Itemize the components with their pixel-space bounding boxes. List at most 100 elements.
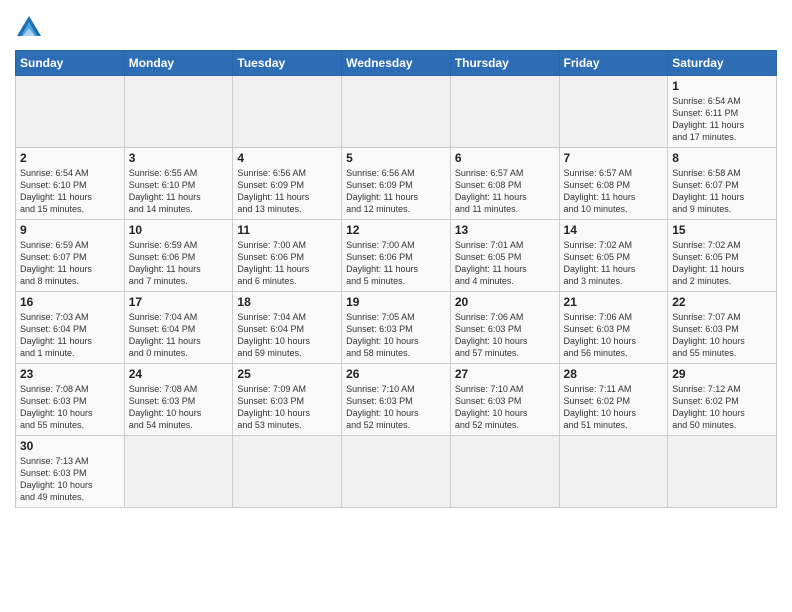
- day-info: Sunrise: 7:09 AM Sunset: 6:03 PM Dayligh…: [237, 383, 337, 432]
- day-number: 30: [20, 439, 120, 453]
- calendar-cell: [233, 436, 342, 508]
- calendar-cell: [450, 76, 559, 148]
- calendar-cell: 11Sunrise: 7:00 AM Sunset: 6:06 PM Dayli…: [233, 220, 342, 292]
- calendar-cell: 7 Sunrise: 6:57 AM Sunset: 6:08 PM Daylig…: [559, 148, 668, 220]
- day-number: 19: [346, 295, 446, 309]
- calendar-cell: 10 Sunrise: 6:59 AM Sunset: 6:06 PM Dayli…: [124, 220, 233, 292]
- calendar-cell: 14 Sunrise: 7:02 AM Sunset: 6:05 PM Dayli…: [559, 220, 668, 292]
- day-info: Sunrise: 7:04 AM Sunset: 6:04 PM Dayligh…: [237, 311, 337, 360]
- day-number: 23: [20, 367, 120, 381]
- calendar-cell: 1 Sunrise: 6:54 AM Sunset: 6:11 PM Daylig…: [668, 76, 777, 148]
- header-friday: Friday: [559, 51, 668, 76]
- calendar-cell: 18 Sunrise: 7:04 AM Sunset: 6:04 PM Dayli…: [233, 292, 342, 364]
- header-tuesday: Tuesday: [233, 51, 342, 76]
- calendar-cell: 27Sunrise: 7:10 AM Sunset: 6:03 PM Dayli…: [450, 364, 559, 436]
- calendar-cell: 20 Sunrise: 7:06 AM Sunset: 6:03 PM Dayli…: [450, 292, 559, 364]
- calendar-cell: 17 Sunrise: 7:04 AM Sunset: 6:04 PM Dayli…: [124, 292, 233, 364]
- header-monday: Monday: [124, 51, 233, 76]
- day-number: 1: [672, 79, 772, 93]
- calendar-cell: 3Sunrise: 6:55 AM Sunset: 6:10 PM Daylig…: [124, 148, 233, 220]
- calendar-cell: [342, 76, 451, 148]
- day-info: Sunrise: 6:54 AM Sunset: 6:10 PM Dayligh…: [20, 167, 120, 216]
- calendar-cell: [450, 436, 559, 508]
- day-info: Sunrise: 7:00 AM Sunset: 6:06 PM Dayligh…: [346, 239, 446, 288]
- day-number: 25: [237, 367, 337, 381]
- day-number: 24: [129, 367, 229, 381]
- header: [15, 10, 777, 42]
- day-info: Sunrise: 7:00 AM Sunset: 6:06 PM Dayligh…: [237, 239, 337, 288]
- day-info: Sunrise: 6:57 AM Sunset: 6:08 PM Dayligh…: [455, 167, 555, 216]
- calendar-cell: 2 Sunrise: 6:54 AM Sunset: 6:10 PM Daylig…: [16, 148, 125, 220]
- logo: [15, 14, 47, 42]
- day-info: Sunrise: 7:08 AM Sunset: 6:03 PM Dayligh…: [129, 383, 229, 432]
- logo-icon: [15, 14, 43, 42]
- day-info: Sunrise: 6:56 AM Sunset: 6:09 PM Dayligh…: [237, 167, 337, 216]
- day-number: 13: [455, 223, 555, 237]
- calendar-cell: 21 Sunrise: 7:06 AM Sunset: 6:03 PM Dayli…: [559, 292, 668, 364]
- day-info: Sunrise: 7:07 AM Sunset: 6:03 PM Dayligh…: [672, 311, 772, 360]
- day-info: Sunrise: 7:01 AM Sunset: 6:05 PM Dayligh…: [455, 239, 555, 288]
- day-info: Sunrise: 7:10 AM Sunset: 6:03 PM Dayligh…: [346, 383, 446, 432]
- day-info: Sunrise: 7:06 AM Sunset: 6:03 PM Dayligh…: [455, 311, 555, 360]
- day-number: 26: [346, 367, 446, 381]
- day-number: 17: [129, 295, 229, 309]
- calendar-cell: 25 Sunrise: 7:09 AM Sunset: 6:03 PM Dayli…: [233, 364, 342, 436]
- calendar-cell: [233, 76, 342, 148]
- day-number: 21: [564, 295, 664, 309]
- calendar-cell: 24 Sunrise: 7:08 AM Sunset: 6:03 PM Dayli…: [124, 364, 233, 436]
- calendar-cell: [559, 436, 668, 508]
- day-info: Sunrise: 7:12 AM Sunset: 6:02 PM Dayligh…: [672, 383, 772, 432]
- day-info: Sunrise: 7:13 AM Sunset: 6:03 PM Dayligh…: [20, 455, 120, 504]
- calendar-cell: [342, 436, 451, 508]
- calendar-cell: 16 Sunrise: 7:03 AM Sunset: 6:04 PM Dayli…: [16, 292, 125, 364]
- day-number: 12: [346, 223, 446, 237]
- day-info: Sunrise: 7:02 AM Sunset: 6:05 PM Dayligh…: [672, 239, 772, 288]
- header-wednesday: Wednesday: [342, 51, 451, 76]
- header-saturday: Saturday: [668, 51, 777, 76]
- day-info: Sunrise: 7:08 AM Sunset: 6:03 PM Dayligh…: [20, 383, 120, 432]
- day-number: 20: [455, 295, 555, 309]
- day-info: Sunrise: 7:03 AM Sunset: 6:04 PM Dayligh…: [20, 311, 120, 360]
- calendar-cell: [668, 436, 777, 508]
- calendar-cell: [559, 76, 668, 148]
- page: Sunday Monday Tuesday Wednesday Thursday…: [0, 0, 792, 612]
- day-number: 22: [672, 295, 772, 309]
- day-info: Sunrise: 6:56 AM Sunset: 6:09 PM Dayligh…: [346, 167, 446, 216]
- calendar-cell: 26 Sunrise: 7:10 AM Sunset: 6:03 PM Dayli…: [342, 364, 451, 436]
- day-info: Sunrise: 7:06 AM Sunset: 6:03 PM Dayligh…: [564, 311, 664, 360]
- calendar-cell: 23 Sunrise: 7:08 AM Sunset: 6:03 PM Dayli…: [16, 364, 125, 436]
- day-number: 18: [237, 295, 337, 309]
- day-number: 8: [672, 151, 772, 165]
- day-number: 9: [20, 223, 120, 237]
- calendar-cell: 15 Sunrise: 7:02 AM Sunset: 6:05 PM Dayli…: [668, 220, 777, 292]
- day-info: Sunrise: 6:54 AM Sunset: 6:11 PM Dayligh…: [672, 95, 772, 144]
- day-info: Sunrise: 7:11 AM Sunset: 6:02 PM Dayligh…: [564, 383, 664, 432]
- calendar-cell: 29 Sunrise: 7:12 AM Sunset: 6:02 PM Dayli…: [668, 364, 777, 436]
- day-info: Sunrise: 6:55 AM Sunset: 6:10 PM Dayligh…: [129, 167, 229, 216]
- day-info: Sunrise: 6:57 AM Sunset: 6:08 PM Dayligh…: [564, 167, 664, 216]
- calendar-cell: 8 Sunrise: 6:58 AM Sunset: 6:07 PM Daylig…: [668, 148, 777, 220]
- day-info: Sunrise: 7:05 AM Sunset: 6:03 PM Dayligh…: [346, 311, 446, 360]
- calendar-cell: 12 Sunrise: 7:00 AM Sunset: 6:06 PM Dayli…: [342, 220, 451, 292]
- day-number: 14: [564, 223, 664, 237]
- day-number: 6: [455, 151, 555, 165]
- calendar-cell: 28 Sunrise: 7:11 AM Sunset: 6:02 PM Dayli…: [559, 364, 668, 436]
- day-info: Sunrise: 7:04 AM Sunset: 6:04 PM Dayligh…: [129, 311, 229, 360]
- day-info: Sunrise: 6:58 AM Sunset: 6:07 PM Dayligh…: [672, 167, 772, 216]
- day-number: 2: [20, 151, 120, 165]
- day-number: 16: [20, 295, 120, 309]
- calendar-cell: 6 Sunrise: 6:57 AM Sunset: 6:08 PM Daylig…: [450, 148, 559, 220]
- calendar-cell: 13 Sunrise: 7:01 AM Sunset: 6:05 PM Dayli…: [450, 220, 559, 292]
- day-number: 15: [672, 223, 772, 237]
- day-info: Sunrise: 6:59 AM Sunset: 6:06 PM Dayligh…: [129, 239, 229, 288]
- calendar-cell: 22 Sunrise: 7:07 AM Sunset: 6:03 PM Dayli…: [668, 292, 777, 364]
- day-number: 27: [455, 367, 555, 381]
- day-number: 29: [672, 367, 772, 381]
- day-info: Sunrise: 7:02 AM Sunset: 6:05 PM Dayligh…: [564, 239, 664, 288]
- day-number: 7: [564, 151, 664, 165]
- calendar: Sunday Monday Tuesday Wednesday Thursday…: [15, 50, 777, 508]
- day-number: 4: [237, 151, 337, 165]
- day-number: 10: [129, 223, 229, 237]
- weekday-header-row: Sunday Monday Tuesday Wednesday Thursday…: [16, 51, 777, 76]
- day-number: 28: [564, 367, 664, 381]
